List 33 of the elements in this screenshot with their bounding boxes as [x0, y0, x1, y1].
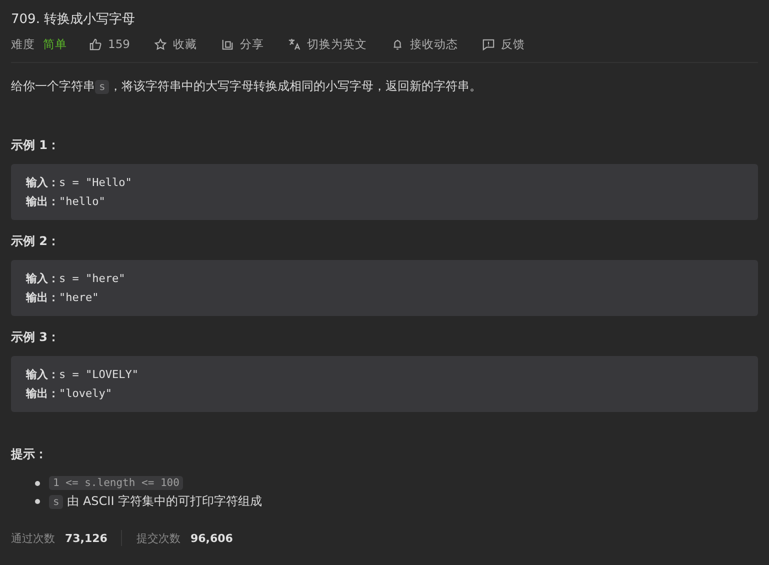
star-button[interactable]: 收藏 [154, 36, 197, 52]
example-input-text: 输入：s = "LOVELY" [26, 367, 140, 383]
example-heading: 示例 2： [11, 233, 61, 250]
hints-heading: 提示： [11, 446, 48, 463]
problem-title: 709. 转换成小写字母 [11, 11, 136, 29]
share-button[interactable]: 分享 [220, 36, 264, 52]
stat-label: 通过次数 [11, 530, 55, 546]
example-heading: 示例 3： [11, 329, 61, 346]
feedback-icon [482, 38, 495, 50]
bell-button[interactable]: 接收动态 [390, 36, 458, 52]
problem-description: 给你一个字符串 s ，将该字符串中的大写字母转换成相同的小写字母，返回新的字符串。 [11, 78, 482, 96]
bullet-icon [35, 480, 40, 486]
like-button[interactable]: 159 [89, 37, 130, 51]
translate-button[interactable]: 切换为英文 [288, 36, 367, 52]
star-icon [154, 38, 167, 50]
example-heading: 示例 1： [11, 137, 61, 154]
constraint-text: s 由 ASCII 字符集中的可打印字符组成 [49, 492, 262, 510]
feedback-button[interactable]: 反馈 [482, 36, 525, 52]
translate-icon [288, 38, 301, 50]
bullet-icon [35, 498, 40, 504]
stat-value: 96,606 [190, 532, 233, 544]
thumbs-up-icon [89, 38, 102, 50]
example-output-text: 输出："hello" [26, 194, 106, 210]
share-icon [220, 38, 234, 50]
stat-value: 73,126 [65, 532, 108, 544]
example-output-text: 输出："lovely" [26, 386, 113, 402]
stat-label: 提交次数 [136, 530, 180, 546]
constraint-code: 1 <= s.length <= 100 [49, 476, 184, 490]
example-input-text: 输入：s = "Hello" [26, 175, 133, 191]
example-input-text: 输入：s = "here" [26, 271, 126, 287]
difficulty-tag: 简单 [43, 36, 67, 52]
difficulty-label: 难度 [11, 36, 35, 52]
example-output-text: 输出："here" [26, 290, 100, 306]
